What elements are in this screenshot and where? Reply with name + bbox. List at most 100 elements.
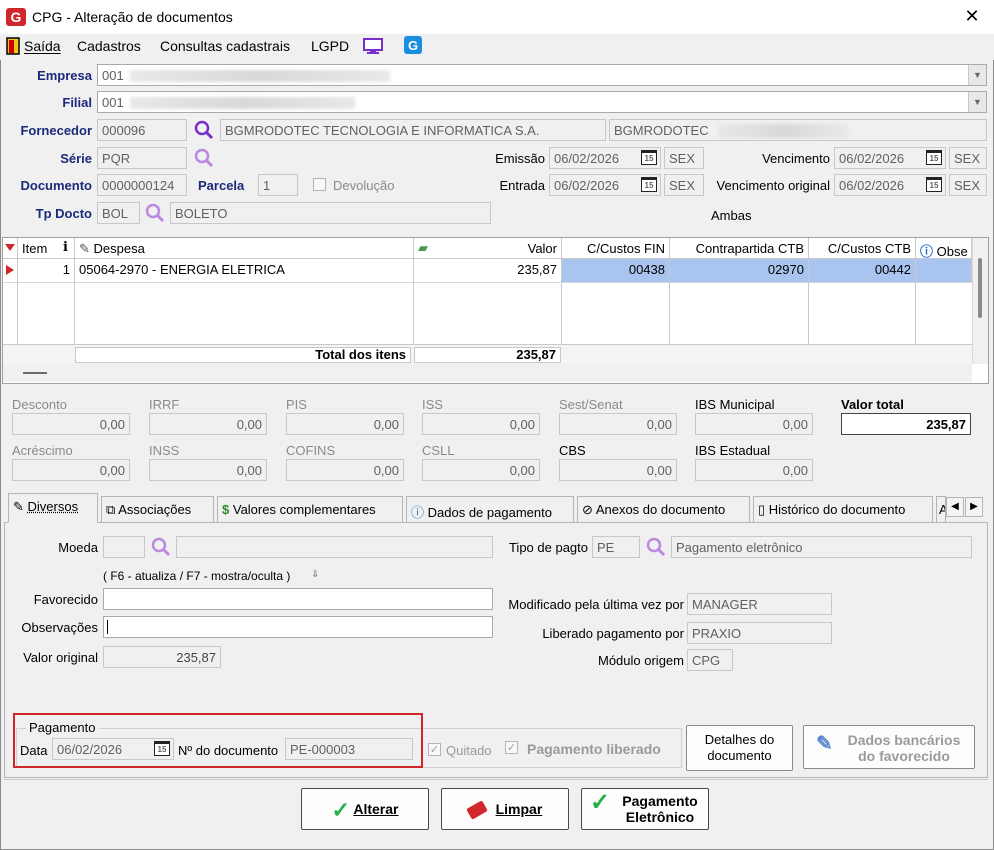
search-icon[interactable]: [144, 203, 166, 223]
csll-field: 0,00: [422, 459, 540, 481]
devolucao-checkbox[interactable]: [313, 178, 326, 191]
search-icon[interactable]: [193, 148, 215, 168]
tab-dados-pagamento[interactable]: ⓘ Dados de pagamento: [406, 496, 574, 522]
acrescimo-label: Acréscimo: [12, 443, 73, 458]
entrada-label: Entrada: [499, 178, 545, 193]
calendar-icon[interactable]: 15: [154, 741, 170, 756]
documento-field[interactable]: 0000000124: [97, 174, 187, 196]
tab-more[interactable]: A: [936, 496, 946, 522]
col-header-cc-fin[interactable]: C/Custos FIN: [562, 238, 670, 259]
dados-bancarios-button[interactable]: ✎ Dados bancários do favorecido: [803, 725, 975, 769]
tab-diversos[interactable]: ✎ Diversos: [8, 493, 98, 523]
col-header-despesa[interactable]: ✎ Despesa: [75, 238, 414, 259]
vencimento-original-value: 06/02/2026: [839, 178, 905, 193]
devolucao-label: Devolução: [333, 178, 395, 193]
close-icon[interactable]: ✕: [962, 6, 982, 27]
globus-icon[interactable]: G: [404, 36, 422, 54]
grid-horizontal-scrollbar[interactable]: [3, 364, 972, 382]
col-header-valor[interactable]: ▰ Valor: [414, 238, 562, 259]
exit-icon[interactable]: [6, 37, 20, 55]
tab-more-label: A: [939, 502, 945, 517]
pagamento-liberado-label: Pagamento liberado: [527, 741, 661, 757]
col-header-item[interactable]: Item i: [18, 238, 75, 259]
filial-combo[interactable]: 001 ▼: [97, 91, 987, 113]
col-header-despesa-label: Despesa: [93, 241, 145, 256]
empresa-redacted: [130, 70, 390, 82]
chevron-down-icon[interactable]: ▼: [968, 92, 986, 112]
calendar-icon[interactable]: 15: [641, 150, 657, 165]
limpar-button[interactable]: Limpar: [441, 788, 569, 830]
pis-label: PIS: [286, 397, 307, 412]
calendar-icon[interactable]: 15: [641, 177, 657, 192]
fornecedor-code-field[interactable]: 000096: [97, 119, 187, 141]
pagamento-liberado-checkbox[interactable]: ✓: [505, 741, 518, 754]
pagamento-eletronico-button[interactable]: ✓ Pagamento Eletrônico: [581, 788, 709, 830]
quitado-label: Quitado: [446, 743, 492, 758]
calendar-icon[interactable]: 15: [926, 150, 942, 165]
monitor-icon[interactable]: [362, 37, 384, 55]
vencimento-day-field: SEX: [949, 147, 987, 169]
moeda-code-field[interactable]: [103, 536, 145, 558]
valor-total-label: Valor total: [841, 397, 904, 412]
col-header-obs[interactable]: ⓘ Obse: [916, 238, 972, 259]
menu-saida[interactable]: Saída: [24, 38, 61, 54]
svg-text:G: G: [11, 9, 22, 25]
document-icon: ▯: [758, 502, 766, 517]
info-icon: ⓘ: [920, 244, 934, 259]
search-icon[interactable]: [193, 120, 215, 140]
table-row[interactable]: 1 05064-2970 - ENERGIA ELETRICA 235,87 0…: [3, 259, 972, 283]
menu-cadastros[interactable]: Cadastros: [77, 38, 141, 54]
calendar-icon[interactable]: 15: [926, 177, 942, 192]
parcela-field[interactable]: 1: [258, 174, 298, 196]
emissao-value: 06/02/2026: [554, 151, 620, 166]
pagamento-data-field[interactable]: 06/02/2026 15: [52, 738, 174, 760]
arrow-down-icon: ⇓: [311, 569, 320, 580]
ndoc-field: PE-000003: [285, 738, 413, 760]
tab-valores-complementares[interactable]: $ Valores complementares: [217, 496, 403, 522]
menu-consultas-cadastrais[interactable]: Consultas cadastrais: [160, 38, 290, 54]
tipo-pagto-code-field[interactable]: PE: [592, 536, 640, 558]
observacoes-input[interactable]: [103, 616, 493, 638]
tipo-pagto-label: Tipo de pagto: [508, 540, 588, 555]
check-icon: ✓: [331, 797, 350, 823]
valor-total-field: 235,87: [841, 413, 971, 435]
tipo-pagto-name-field: Pagamento eletrônico: [671, 536, 972, 558]
info-icon: ⓘ: [411, 505, 425, 520]
observacoes-label: Observações: [21, 620, 98, 635]
modulo-origem-label: Módulo origem: [598, 653, 684, 668]
filial-value: 001: [102, 95, 124, 110]
col-header-cc-ctb[interactable]: C/Custos CTB: [809, 238, 916, 259]
tab-associacoes[interactable]: ⧉ Associações: [101, 496, 214, 522]
favorecido-input[interactable]: [103, 588, 493, 610]
iss-label: ISS: [422, 397, 443, 412]
total-label: Total dos itens: [75, 347, 411, 363]
vencimento-original-field[interactable]: 06/02/2026 15: [834, 174, 946, 196]
tab-historico[interactable]: ▯ Histórico do documento: [753, 496, 933, 522]
tab-scroll-right-button[interactable]: ▶: [965, 497, 983, 517]
shortcut-hint: ( F6 - atualiza / F7 - mostra/oculta ): [103, 569, 291, 583]
detalhes-documento-button[interactable]: Detalhes do documento: [686, 725, 793, 771]
serie-label: Série: [60, 151, 92, 166]
svg-text:G: G: [408, 38, 418, 53]
search-icon[interactable]: [645, 537, 667, 557]
tpdocto-code-field[interactable]: BOL: [97, 202, 140, 224]
tab-scroll-left-button[interactable]: ◀: [946, 497, 964, 517]
chevron-down-icon[interactable]: ▼: [968, 65, 986, 85]
tab-anexos[interactable]: ⊘ Anexos do documento: [577, 496, 750, 522]
search-icon[interactable]: [150, 537, 172, 557]
quitado-checkbox[interactable]: ✓: [428, 743, 441, 756]
emissao-field[interactable]: 06/02/2026 15: [549, 147, 661, 169]
liberado-field: PRAXIO: [687, 622, 832, 644]
col-header-contrapartida[interactable]: Contrapartida CTB: [670, 238, 809, 259]
entrada-field[interactable]: 06/02/2026 15: [549, 174, 661, 196]
empresa-combo[interactable]: 001 ▼: [97, 64, 987, 86]
grid-vertical-scrollbar[interactable]: [972, 238, 988, 364]
link-icon: ⧉: [106, 502, 116, 517]
ibs-estadual-label: IBS Estadual: [695, 443, 771, 458]
serie-field[interactable]: PQR: [97, 147, 187, 169]
cofins-label: COFINS: [286, 443, 336, 458]
menu-lgpd[interactable]: LGPD: [311, 38, 349, 54]
tab-valores-complementares-label: Valores complementares: [232, 502, 376, 517]
alterar-button[interactable]: ✓ Alterar: [301, 788, 429, 830]
vencimento-field[interactable]: 06/02/2026 15: [834, 147, 946, 169]
